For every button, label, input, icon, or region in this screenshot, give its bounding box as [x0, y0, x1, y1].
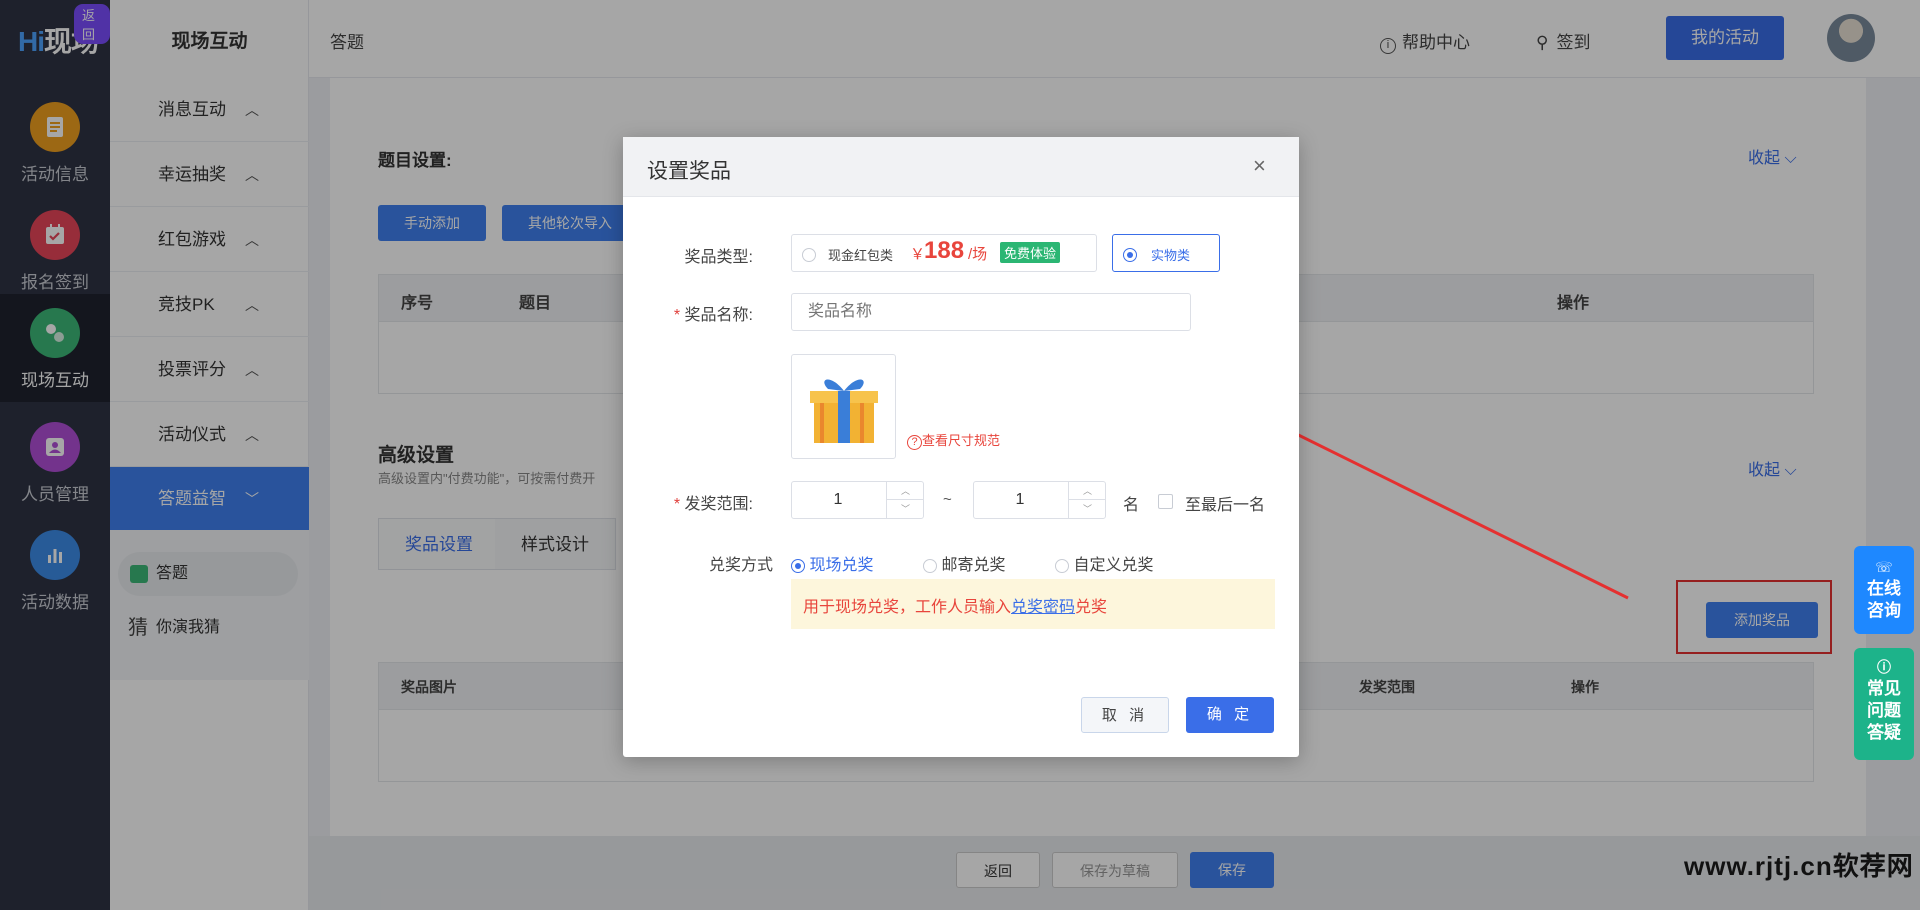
cancel-button[interactable]: 取 消: [1081, 697, 1169, 733]
cash-radio[interactable]: [802, 247, 816, 262]
custom-radio[interactable]: [1055, 558, 1069, 573]
onsite-radio[interactable]: [791, 558, 805, 573]
price-value: 188: [924, 237, 965, 264]
to-last-label: 至最后一名: [1185, 497, 1266, 514]
range-unit: 名: [1123, 497, 1140, 514]
range-to-stepper[interactable]: 1 ︿ ﹀: [973, 481, 1106, 519]
headset-icon: ☏: [1875, 559, 1893, 575]
redeem-label: 兑奖方式: [709, 557, 774, 574]
prize-image-upload[interactable]: [791, 354, 896, 459]
physical-radio[interactable]: [1123, 247, 1137, 262]
stepper-up-icon[interactable]: ︿: [887, 482, 924, 500]
gift-box-icon: [810, 379, 878, 443]
prize-type-label: 奖品类型:: [684, 249, 753, 266]
stepper-down-icon[interactable]: ﹀: [1069, 500, 1106, 518]
redeem-option-mail[interactable]: 邮寄兑奖: [923, 551, 1005, 575]
physical-type-option[interactable]: 实物类: [1112, 234, 1220, 272]
close-icon[interactable]: ×: [1253, 153, 1266, 179]
stepper-up-icon[interactable]: ︿: [1069, 482, 1106, 500]
mail-radio[interactable]: [923, 558, 937, 573]
size-spec-link[interactable]: ? 查看尺寸规范: [907, 430, 1000, 450]
faq-button[interactable]: ⓘ 常见 问题 答疑: [1854, 648, 1914, 760]
watermark-text: www.rjtj.cn软荐网: [1684, 851, 1914, 881]
prize-name-input[interactable]: [791, 293, 1191, 331]
prize-settings-modal: 设置奖品 × 奖品类型: 现金红包类 ￥ 188 /场 免费体验 实物类 * 奖…: [623, 137, 1299, 757]
cash-type-option[interactable]: 现金红包类 ￥ 188 /场 免费体验: [791, 234, 1097, 272]
stepper-down-icon[interactable]: ﹀: [887, 500, 924, 518]
confirm-button[interactable]: 确 定: [1186, 697, 1274, 733]
range-separator: ~: [943, 491, 952, 508]
redeem-password-link[interactable]: 兑奖密码: [1011, 599, 1075, 616]
question-icon: ⓘ: [1877, 659, 1891, 675]
redeem-option-onsite[interactable]: 现场兑奖: [791, 551, 873, 575]
modal-title: 设置奖品: [647, 160, 731, 183]
range-label: * 发奖范围:: [673, 496, 753, 513]
range-to-value[interactable]: 1: [974, 482, 1066, 518]
question-circle-icon: ?: [907, 435, 922, 450]
free-trial-badge: 免费体验: [1000, 242, 1061, 263]
online-consult-button[interactable]: ☏ 在线 咨询: [1854, 546, 1914, 634]
to-last-checkbox[interactable]: [1158, 494, 1173, 509]
prize-name-label: * 奖品名称:: [673, 307, 753, 324]
range-from-value[interactable]: 1: [792, 482, 884, 518]
range-from-stepper[interactable]: 1 ︿ ﹀: [791, 481, 924, 519]
redeem-option-custom[interactable]: 自定义兑奖: [1055, 551, 1153, 575]
redeem-tip: 用于现场兑奖，工作人员输入兑奖密码兑奖: [791, 579, 1275, 629]
